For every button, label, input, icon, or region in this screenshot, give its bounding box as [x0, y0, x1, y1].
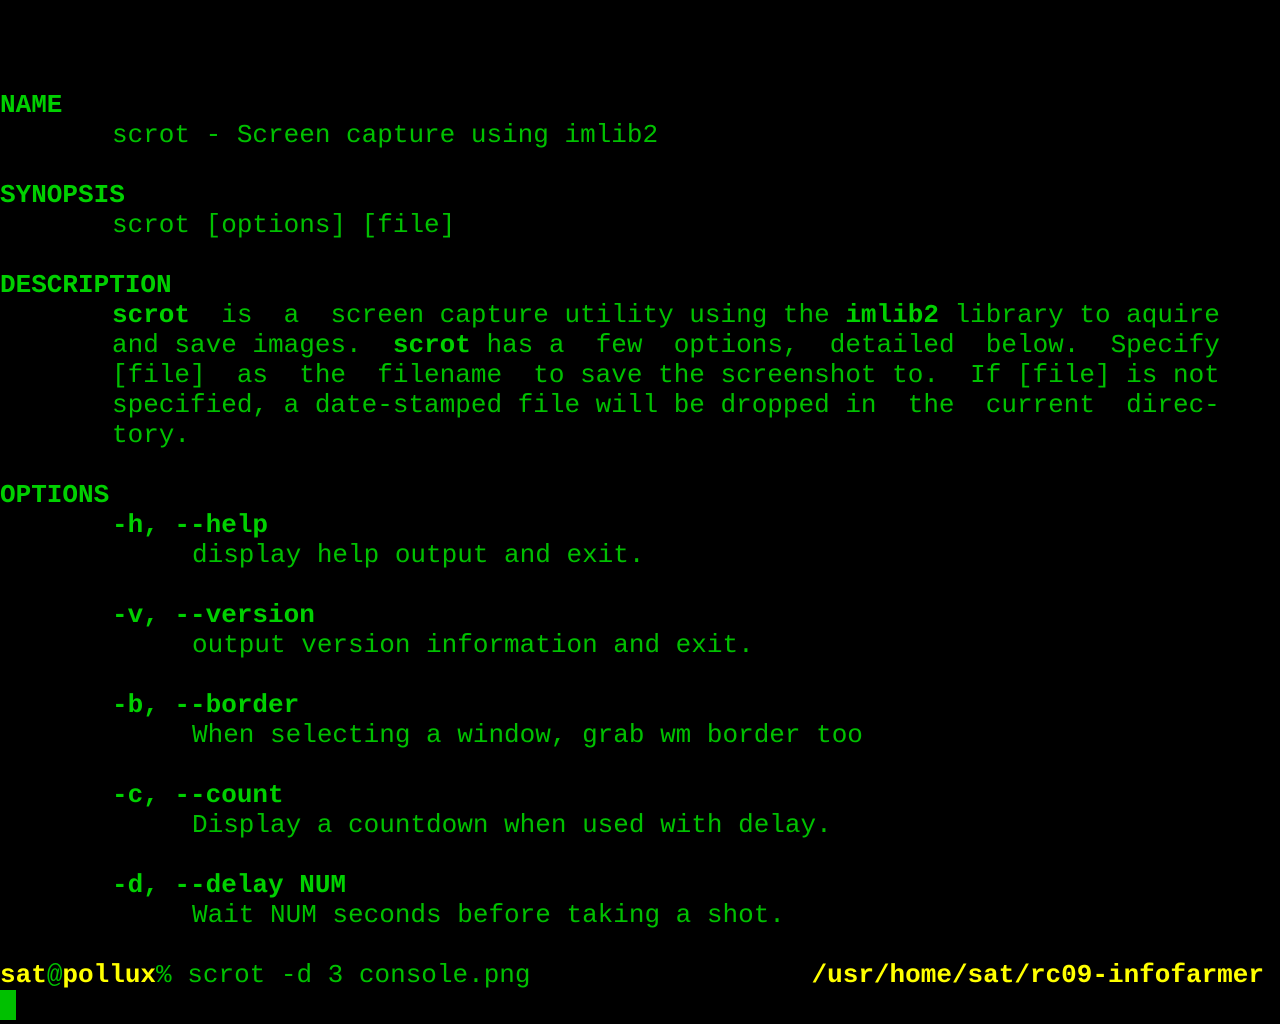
section-description-heading: DESCRIPTION: [0, 270, 172, 300]
option-desc: display help output and exit.: [192, 540, 645, 570]
section-name-heading: NAME: [0, 90, 63, 120]
description-line: scrot is a screen capture utility using …: [112, 300, 1220, 330]
text: library to aquire: [938, 300, 1220, 330]
shell-prompt: sat@pollux% scrot -d 3 console.png: [0, 960, 531, 990]
description-line: specified, a date-stamped file will be d…: [112, 390, 1220, 420]
option-flag: -c, --count: [112, 780, 284, 810]
option-flag: -b, --border: [112, 690, 300, 720]
option-flag: -v, --version: [112, 600, 315, 630]
synopsis-text: scrot [options] [file]: [112, 210, 456, 240]
section-synopsis-heading: SYNOPSIS: [0, 180, 125, 210]
description-line: tory.: [112, 420, 191, 450]
command-text: scrot -d 3 console.png: [171, 960, 531, 990]
option-desc: When selecting a window, grab wm border …: [192, 720, 863, 750]
bold-text: scrot: [112, 300, 191, 330]
option-desc: output version information and exit.: [192, 630, 754, 660]
text: and save images.: [112, 330, 393, 360]
name-text: scrot - Screen capture using imlib2: [112, 120, 659, 150]
prompt-symbol: %: [156, 960, 172, 990]
prompt-at: @: [46, 960, 63, 990]
description-line: and save images. scrot has a few options…: [112, 330, 1220, 360]
prompt-user: sat: [0, 960, 47, 990]
prompt-host: pollux: [62, 960, 157, 990]
option-flag: -d, --delay NUM: [112, 870, 347, 900]
section-options-heading: OPTIONS: [0, 480, 110, 510]
bold-text: imlib2: [845, 300, 939, 330]
option-desc: Display a countdown when used with delay…: [192, 810, 832, 840]
text: is a screen capture utility using the: [190, 300, 846, 330]
description-line: [file] as the filename to save the scree…: [112, 360, 1220, 390]
bold-text: scrot: [392, 330, 471, 360]
prompt-cwd: /usr/home/sat/rc09-infofarmer: [811, 960, 1264, 990]
text-cursor: [0, 990, 16, 1020]
option-desc: Wait NUM seconds before taking a shot.: [192, 900, 785, 930]
option-flag: -h, --help: [112, 510, 269, 540]
text: has a few options, detailed below. Speci…: [470, 330, 1220, 360]
